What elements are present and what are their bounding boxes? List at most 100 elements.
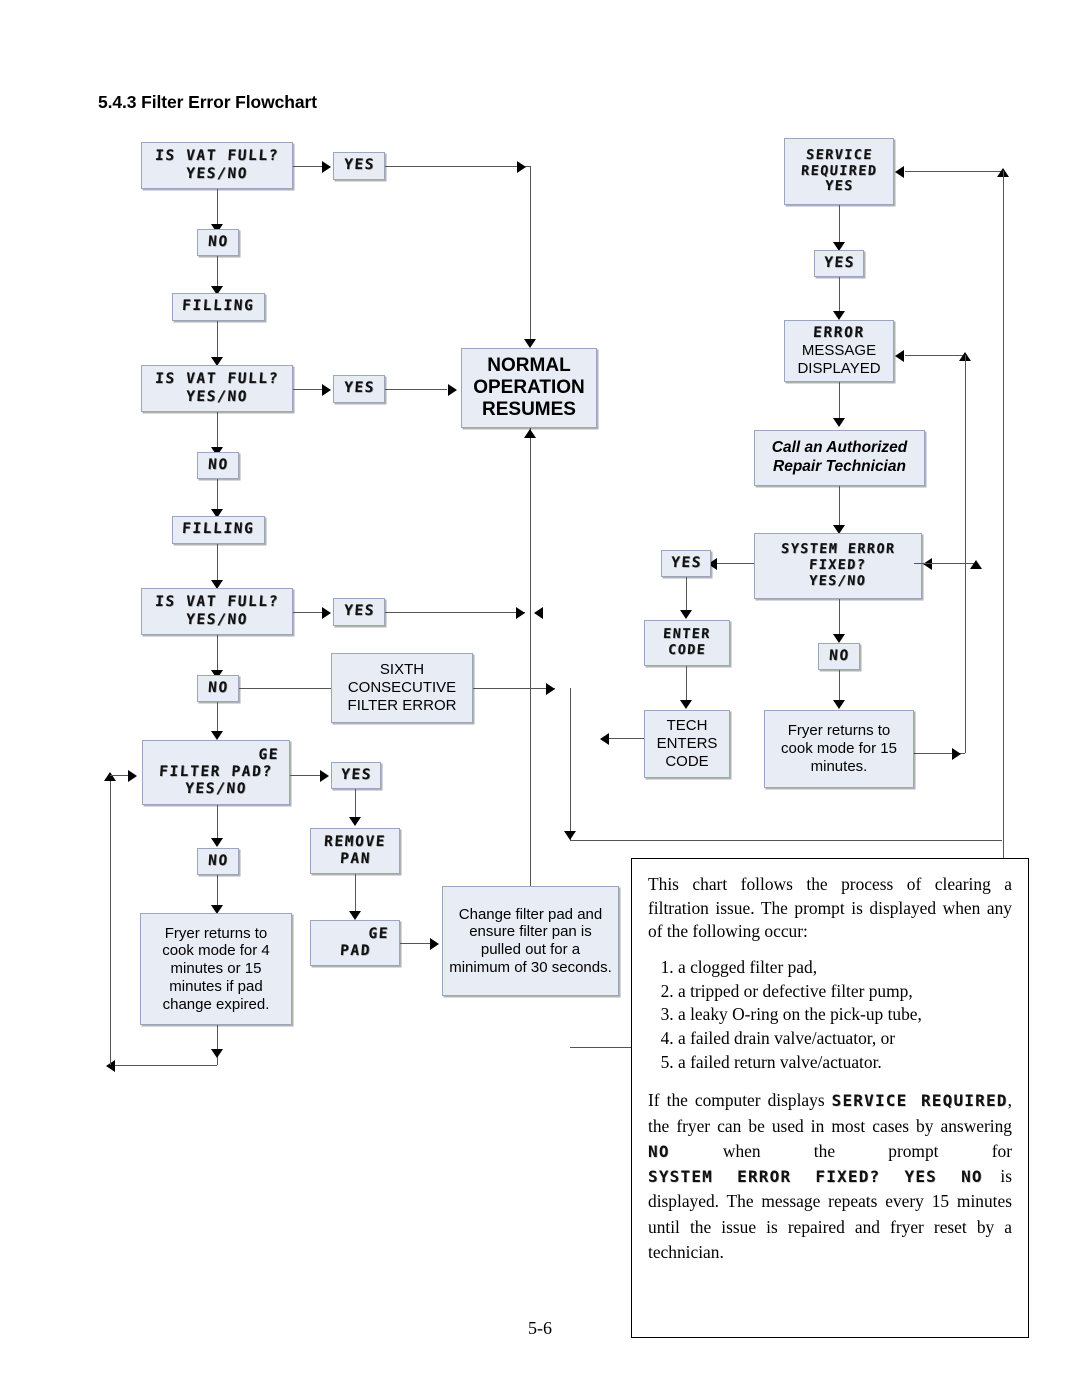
connector — [293, 166, 325, 167]
connector — [570, 688, 571, 840]
arrowhead — [564, 831, 576, 840]
text-line: TECH — [666, 717, 708, 735]
text-line: ENTERS — [656, 735, 718, 753]
box-change-pad: GE PAD — [310, 920, 400, 966]
note-intro: This chart follows the process of cleari… — [648, 874, 1012, 942]
text-line: Repair Technician — [773, 458, 906, 475]
lcd-line: FILTER PAD? — [158, 763, 274, 780]
lcd-line: NO — [207, 852, 229, 869]
arrowhead — [104, 772, 116, 781]
connector — [530, 428, 531, 612]
connector — [217, 635, 218, 675]
arrowhead — [349, 817, 361, 826]
box-normal-operation-resumes: NORMAL OPERATION RESUMES — [461, 348, 597, 428]
box-call-authorized-technician: Call an Authorized Repair Technician — [754, 430, 925, 486]
arrowhead — [895, 166, 904, 178]
connector — [385, 612, 525, 613]
lcd-line: YES/NO — [185, 388, 249, 405]
lcd-line: SERVICE — [805, 146, 873, 163]
box-no-2: NO — [197, 452, 239, 479]
arrowhead — [320, 770, 329, 782]
arrowhead — [517, 161, 526, 173]
connector — [217, 1025, 218, 1065]
box-enter-code: ENTER CODE — [644, 620, 730, 666]
box-yes-4: YES — [331, 762, 381, 789]
arrowhead — [600, 733, 609, 745]
arrowhead — [833, 700, 845, 709]
lcd-line: ENTER — [662, 626, 712, 643]
lcd-line: IS VAT FULL? — [154, 371, 280, 388]
connector — [217, 189, 218, 229]
text-line: SIXTH — [379, 661, 425, 679]
lcd-line: NO — [207, 233, 229, 250]
box-is-vat-full-1: IS VAT FULL? YES/NO — [141, 142, 293, 189]
connector — [385, 166, 531, 167]
text-body: Fryer returns to cook mode for 4 minutes… — [162, 924, 270, 1013]
box-no-3: NO — [197, 675, 239, 702]
text-line: DISPLAYED — [797, 359, 881, 377]
arrowhead — [524, 339, 536, 348]
connector — [217, 412, 218, 452]
text-body: Change filter pad and ensure filter pan … — [449, 905, 612, 976]
connector — [965, 355, 966, 753]
arrowhead — [833, 418, 845, 427]
lcd-line: PAD — [338, 943, 372, 959]
box-no-1: NO — [197, 229, 239, 256]
arrowhead — [448, 384, 457, 396]
arrowhead — [680, 700, 692, 709]
arrowhead — [349, 911, 361, 920]
connector — [110, 1065, 217, 1066]
lcd-line: IS VAT FULL? — [154, 148, 280, 165]
arrowhead — [923, 558, 932, 570]
lcd-line: NO — [207, 679, 229, 696]
connector — [385, 389, 447, 390]
box-yes-system-error: YES — [661, 550, 711, 577]
lcd-line: YES — [822, 254, 856, 271]
list-item: a leaky O-ring on the pick-up tube, — [678, 1003, 1012, 1027]
box-yes-3: YES — [333, 598, 385, 626]
list-item: a clogged filter pad, — [678, 956, 1012, 980]
text-body: Fryer returns to cook mode for 15 minute… — [781, 722, 897, 775]
text-line: RESUMES — [482, 399, 576, 421]
list-item: a tripped or defective filter pump, — [678, 980, 1012, 1004]
box-fryer-returns-4-minutes: Fryer returns to cook mode for 4 minutes… — [140, 913, 292, 1025]
lcd-inline-system-error-fixed: SYSTEM ERROR FIXED? YES NO — [648, 1167, 983, 1187]
connector — [570, 840, 1002, 841]
box-is-vat-full-2: IS VAT FULL? YES/NO — [141, 365, 293, 412]
box-remove-pan: REMOVE PAN — [310, 828, 400, 874]
lcd-line: FIXED? — [808, 557, 868, 574]
box-yes-top-right: YES — [814, 250, 864, 277]
text-line: CONSECUTIVE — [347, 679, 457, 697]
arrowhead — [952, 748, 961, 760]
box-filling-1: FILLING — [172, 293, 265, 321]
arrowhead — [524, 429, 536, 438]
lcd-line: SYSTEM ERROR — [780, 541, 896, 558]
connector — [839, 599, 840, 639]
connector — [604, 738, 644, 739]
lcd-line: IS VAT FULL? — [154, 594, 280, 611]
lcd-line: YES — [342, 380, 376, 397]
box-system-error-fixed: SYSTEM ERROR FIXED? YES/NO — [754, 533, 922, 599]
arrowhead — [970, 560, 982, 569]
connector — [530, 166, 531, 342]
box-service-required: SERVICE REQUIRED YES — [784, 138, 894, 205]
text-line: NORMAL — [487, 354, 571, 376]
box-sixth-consecutive-filter-error: SIXTH CONSECUTIVE FILTER ERROR — [331, 653, 473, 723]
arrowhead — [895, 350, 904, 362]
connector — [712, 563, 754, 564]
text-line: OPERATION — [473, 376, 585, 398]
explanatory-note-panel: This chart follows the process of cleari… — [631, 858, 1029, 1338]
box-yes-2: YES — [333, 375, 385, 403]
lcd-line: FILLING — [181, 298, 256, 315]
lcd-line: NO — [828, 647, 850, 664]
arrowhead — [322, 607, 331, 619]
box-tech-enters-code: TECH ENTERS CODE — [644, 710, 730, 778]
box-no-system-error: NO — [818, 643, 860, 670]
box-change-filter-pad-prompt: GE FILTER PAD? YES/NO — [142, 740, 290, 805]
connector — [914, 563, 976, 564]
lcd-line: YES/NO — [184, 781, 248, 798]
connector — [293, 612, 325, 613]
connector — [293, 389, 325, 390]
note-cause-list: a clogged filter pad, a tripped or defec… — [648, 956, 1012, 1074]
lcd-line: YES/NO — [185, 611, 249, 628]
